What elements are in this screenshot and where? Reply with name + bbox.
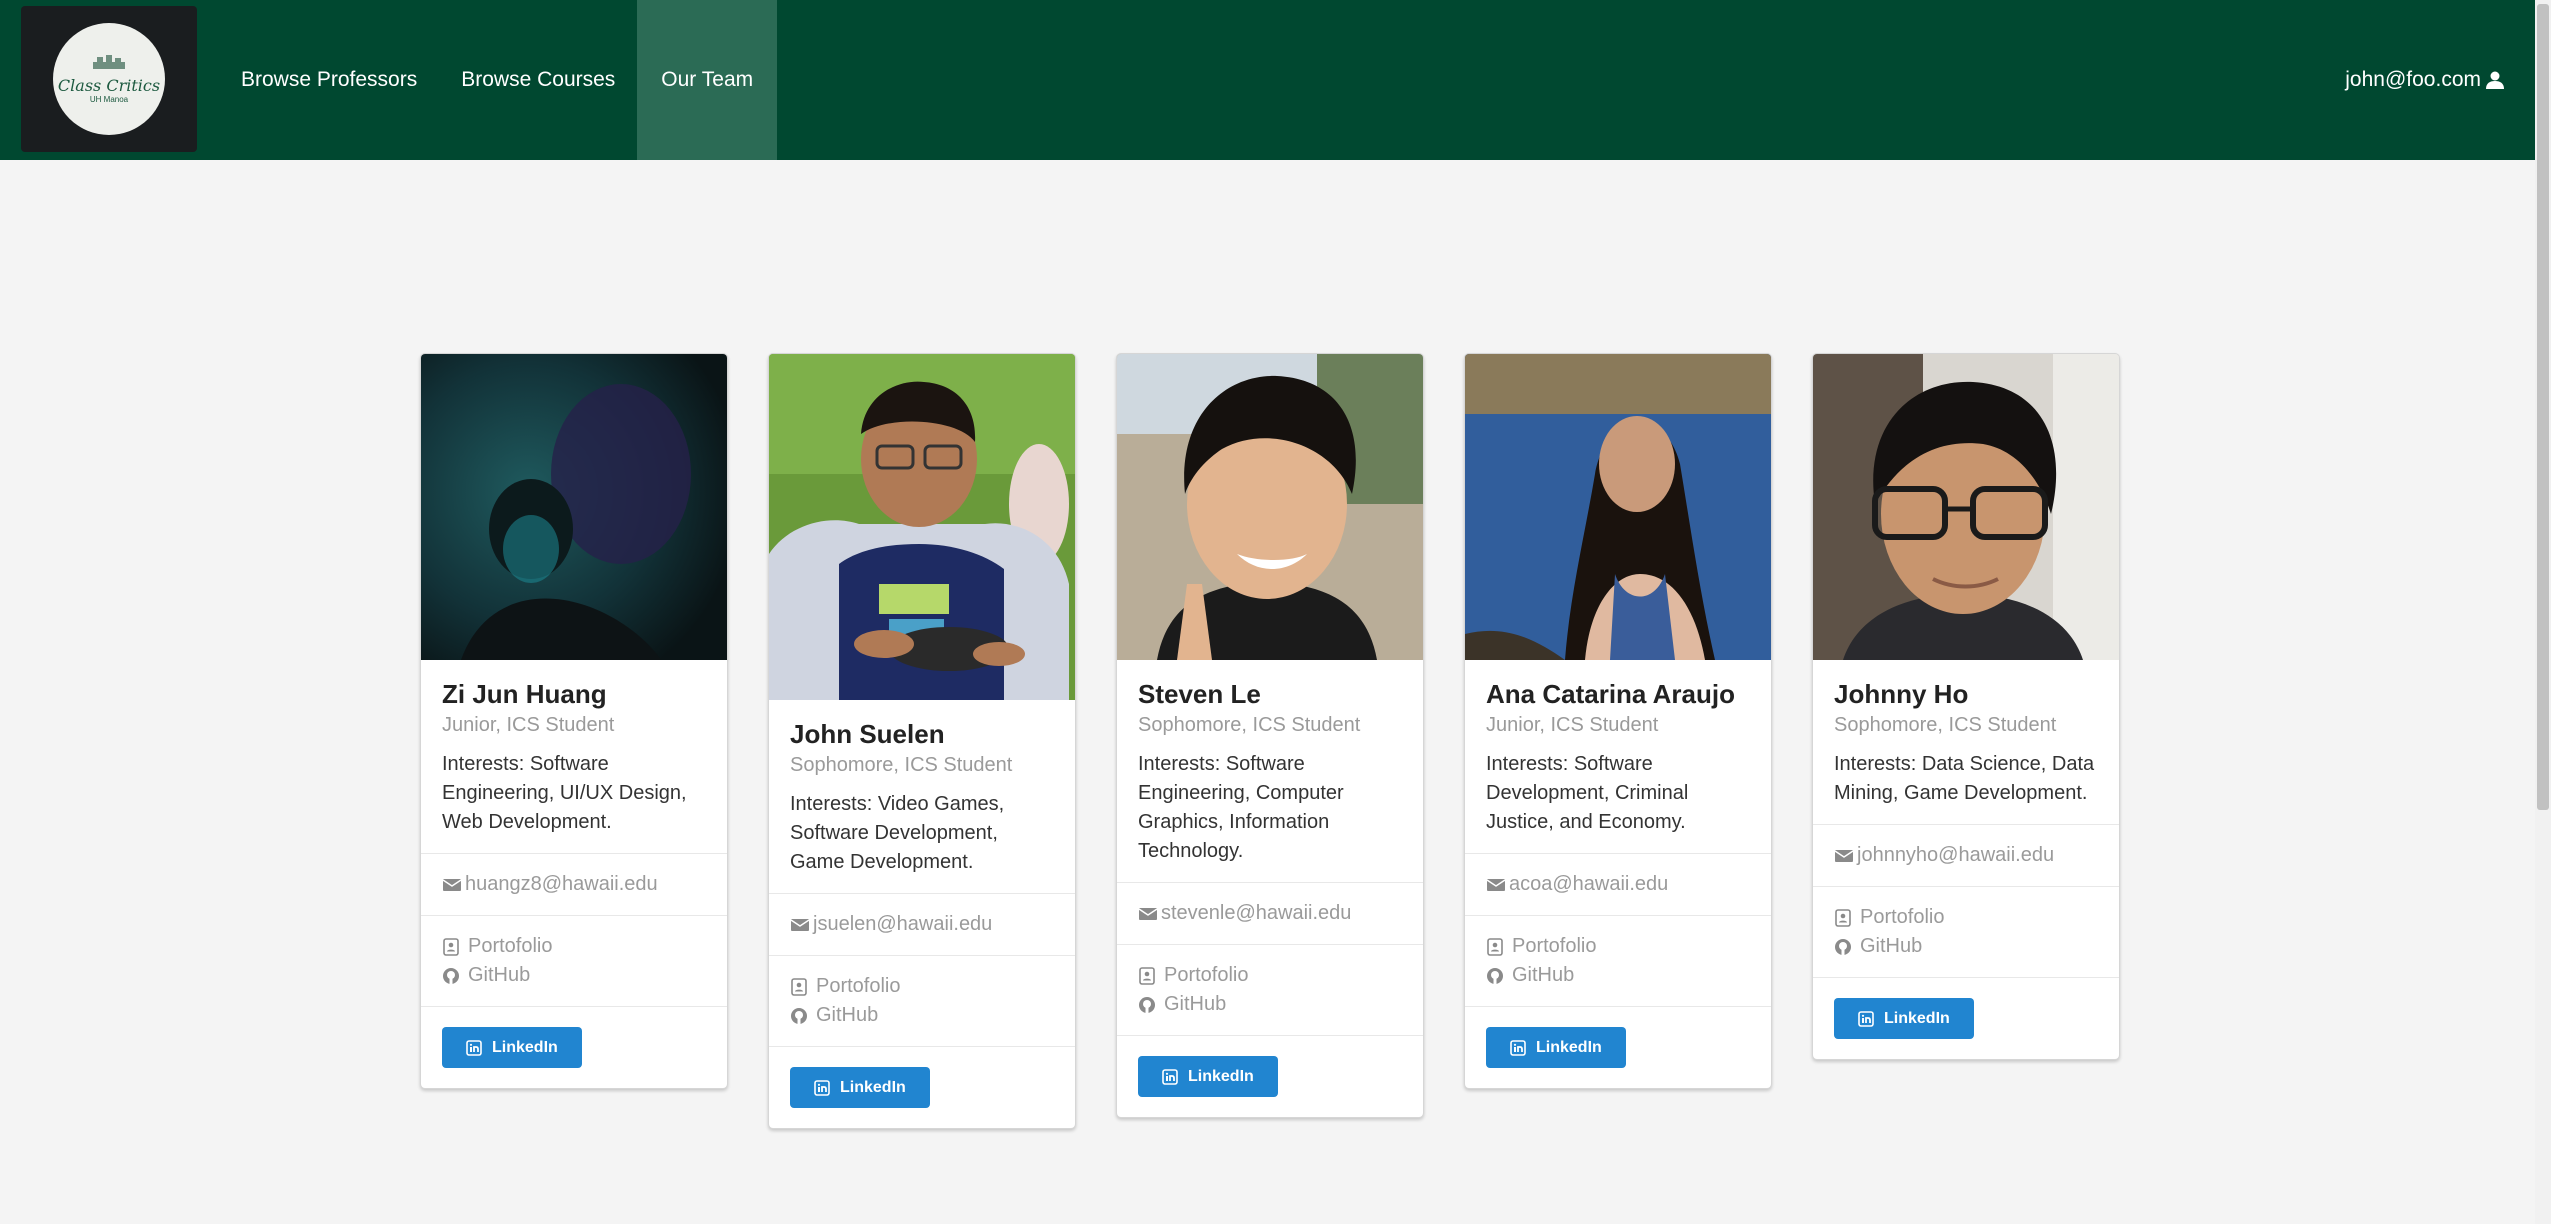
portfolio-icon — [1139, 966, 1155, 985]
user-email: john@foo.com — [2345, 68, 2481, 91]
member-meta: Sophomore, ICS Student — [790, 754, 1013, 776]
member-interests: Interests: Software Development, Crimina… — [1486, 753, 1689, 833]
member-interests: Interests: Software Engineering, UI/UX D… — [442, 753, 687, 833]
github-link[interactable]: GitHub — [790, 1001, 1054, 1030]
portfolio-link[interactable]: Portofolio — [790, 972, 1054, 1001]
portfolio-link[interactable]: Portofolio — [1834, 903, 2098, 932]
mail-icon — [1834, 849, 1854, 862]
linkedin-icon — [466, 1039, 482, 1056]
nav-browse-courses[interactable]: Browse Courses — [439, 0, 637, 160]
member-meta: Sophomore, ICS Student — [1138, 714, 1361, 736]
portfolio-link[interactable]: Portofolio — [442, 932, 706, 961]
mail-icon — [442, 878, 462, 891]
github-icon — [791, 1007, 807, 1024]
member-email-link[interactable]: stevenle@hawaii.edu — [1138, 899, 1402, 928]
nav-our-team[interactable]: Our Team — [637, 0, 778, 160]
github-icon — [1139, 996, 1155, 1013]
portfolio-link[interactable]: Portofolio — [1138, 961, 1402, 990]
member-email-link[interactable]: jsuelen@hawaii.edu — [790, 910, 1054, 939]
nav-browse-professors[interactable]: Browse Professors — [219, 0, 439, 160]
team-card-johnny-ho: Johnny Ho Sophomore, ICS Student Interes… — [1812, 353, 2120, 1060]
member-name: John Suelen — [790, 719, 945, 749]
linkedin-button[interactable]: LinkedIn — [442, 1027, 582, 1068]
member-name: Ana Catarina Araujo — [1486, 679, 1735, 709]
member-interests: Interests: Data Science, Data Mining, Ga… — [1834, 753, 2095, 804]
profile-photo — [1117, 354, 1423, 660]
profile-photo — [1813, 354, 2119, 660]
profile-photo — [421, 354, 727, 660]
mail-icon — [1486, 878, 1506, 891]
portfolio-link[interactable]: Portofolio — [1486, 932, 1750, 961]
linkedin-button[interactable]: LinkedIn — [1834, 998, 1974, 1039]
portfolio-icon — [443, 937, 459, 956]
linkedin-button[interactable]: LinkedIn — [1138, 1056, 1278, 1097]
member-meta: Junior, ICS Student — [442, 714, 615, 736]
member-name: Zi Jun Huang — [442, 679, 607, 709]
scrollbar-thumb[interactable] — [2537, 4, 2549, 810]
member-name: Johnny Ho — [1834, 679, 1969, 709]
linkedin-icon — [1162, 1068, 1178, 1085]
member-email-link[interactable]: acoa@hawaii.edu — [1486, 870, 1750, 899]
team-card-john-suelen: John Suelen Sophomore, ICS Student Inter… — [768, 353, 1076, 1129]
linkedin-button[interactable]: LinkedIn — [790, 1067, 930, 1108]
team-card-zi-jun-huang: Zi Jun Huang Junior, ICS Student Interes… — [420, 353, 728, 1089]
user-menu[interactable]: john@foo.com — [2345, 0, 2505, 160]
mail-icon — [790, 918, 810, 931]
top-navbar: Class Critics UH Manoa Browse Professors… — [0, 0, 2535, 160]
building-icon — [93, 55, 125, 69]
member-interests: Interests: Video Games, Software Develop… — [790, 793, 1005, 873]
profile-photo — [1465, 354, 1771, 660]
portfolio-icon — [1487, 937, 1503, 956]
page-scrollbar[interactable] — [2535, 0, 2551, 1224]
github-link[interactable]: GitHub — [1834, 932, 2098, 961]
linkedin-icon — [1858, 1010, 1874, 1027]
github-icon — [1487, 967, 1503, 984]
member-name: Steven Le — [1138, 679, 1261, 709]
team-card-ana-catarina-araujo: Ana Catarina Araujo Junior, ICS Student … — [1464, 353, 1772, 1089]
mail-icon — [1138, 907, 1158, 920]
user-icon — [2486, 71, 2504, 89]
logo-badge: Class Critics UH Manoa — [53, 23, 165, 135]
linkedin-icon — [1510, 1039, 1526, 1056]
portfolio-icon — [1835, 908, 1851, 927]
team-card-steven-le: Steven Le Sophomore, ICS Student Interes… — [1116, 353, 1424, 1118]
member-email-link[interactable]: huangz8@hawaii.edu — [442, 870, 706, 899]
member-email-link[interactable]: johnnyho@hawaii.edu — [1834, 841, 2098, 870]
logo-title: Class Critics — [57, 76, 161, 95]
github-link[interactable]: GitHub — [1486, 961, 1750, 990]
home-logo-link[interactable]: Class Critics UH Manoa — [21, 6, 197, 152]
logo-subtitle: UH Manoa — [89, 95, 129, 104]
github-link[interactable]: GitHub — [1138, 990, 1402, 1019]
linkedin-button[interactable]: LinkedIn — [1486, 1027, 1626, 1068]
portfolio-icon — [791, 977, 807, 996]
github-icon — [1835, 938, 1851, 955]
member-meta: Sophomore, ICS Student — [1834, 714, 2057, 736]
profile-photo — [769, 354, 1075, 700]
github-icon — [443, 967, 459, 984]
github-link[interactable]: GitHub — [442, 961, 706, 990]
team-cards: Zi Jun Huang Junior, ICS Student Interes… — [420, 353, 2120, 1129]
member-meta: Junior, ICS Student — [1486, 714, 1659, 736]
linkedin-icon — [814, 1079, 830, 1096]
member-interests: Interests: Software Engineering, Compute… — [1138, 753, 1344, 862]
